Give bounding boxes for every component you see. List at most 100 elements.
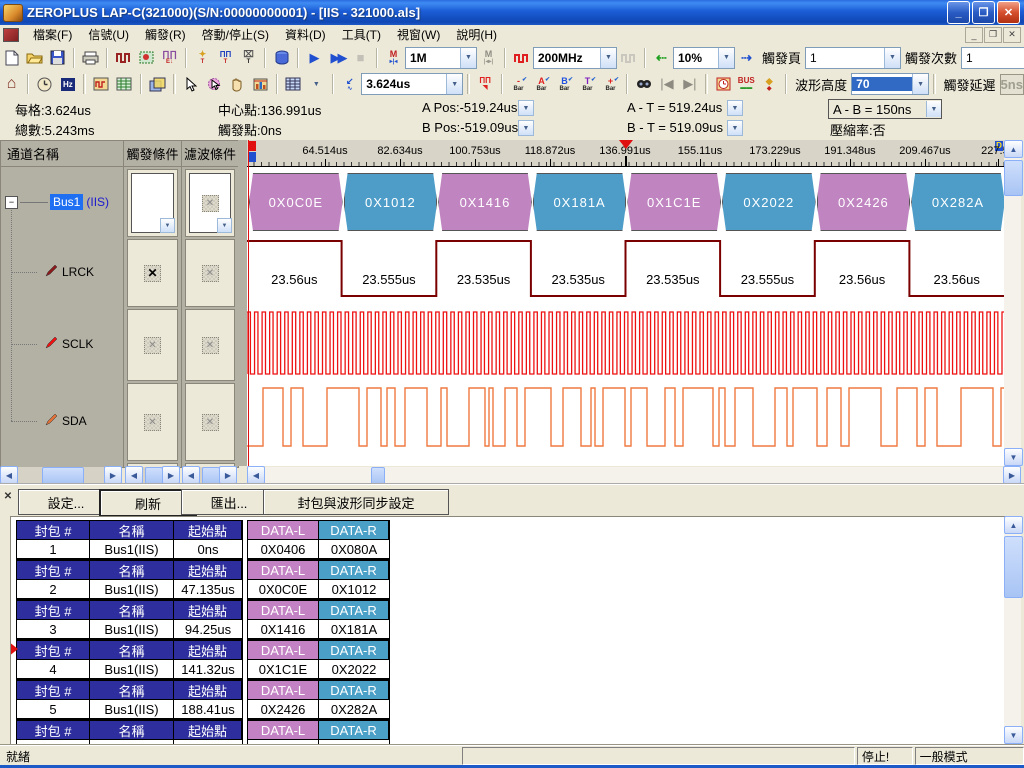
menu-item-6[interactable]: 工具(T) (334, 25, 389, 44)
t-bar-icon[interactable]: T✔Bar (576, 74, 599, 95)
sclk-trigger-cell[interactable]: ✕ (127, 309, 178, 381)
scroll-up-icon[interactable]: ▲ (1004, 140, 1023, 158)
mdi-minimize-button[interactable]: _ (965, 27, 983, 43)
time-display-icon[interactable] (33, 74, 56, 95)
packet-row[interactable]: 封包 #名稱起始點6Bus1(IIS)235.53usDATA-LDATA-R0… (16, 720, 390, 746)
chevron-down-icon[interactable]: ▼ (718, 48, 734, 68)
print-icon[interactable] (79, 47, 102, 68)
scroll-left-icon[interactable]: ◀ (125, 466, 143, 484)
document-icon[interactable] (3, 28, 19, 42)
scroll-thumb[interactable] (1004, 160, 1023, 196)
scroll-down-icon[interactable]: ▼ (1004, 726, 1023, 744)
scroll-left-icon[interactable]: ◀ (0, 466, 18, 484)
scroll-down-icon[interactable]: ▼ (1004, 448, 1023, 466)
wave-hscrollbar[interactable]: ◀ ▶ (247, 467, 1021, 483)
scroll-right-icon[interactable]: ▶ (1003, 466, 1021, 484)
scroll-right-icon[interactable]: ▶ (219, 466, 237, 484)
collapse-icon[interactable]: − (5, 196, 18, 209)
packet-row[interactable]: 封包 #名稱起始點3Bus1(IIS)94.25usDATA-LDATA-R0X… (16, 600, 390, 640)
lrck-filter-cell[interactable]: ✕ (185, 239, 235, 307)
trigger-delay-icon[interactable]: ⌧T (237, 47, 260, 68)
packet-row[interactable]: 封包 #名稱起始點5Bus1(IIS)188.41usDATA-LDATA-R0… (16, 680, 390, 720)
next-find-icon[interactable]: ▶| (678, 74, 701, 95)
new-file-icon[interactable] (0, 47, 23, 68)
mdi-close-button[interactable]: ✕ (1003, 27, 1021, 43)
scroll-right-icon[interactable]: ▶ (104, 466, 122, 484)
chevron-down-icon[interactable]: ▼ (446, 74, 462, 94)
noise-filter-icon[interactable] (712, 74, 735, 95)
sampling-freq-combo[interactable]: 200MHz ▼ (533, 47, 617, 69)
home-icon[interactable]: ⌂ (0, 74, 23, 95)
bus-analysis-icon[interactable]: BUS▬▬ (735, 74, 758, 95)
b-pos-drop-icon[interactable]: ▼ (518, 120, 534, 136)
sampling-depth-combo[interactable]: 1M ▼ (405, 47, 477, 69)
wave-height-combo[interactable]: 70 ▼ (851, 73, 929, 95)
zoom-combo[interactable]: 3.624us ▼ (361, 73, 463, 95)
menu-item-1[interactable]: 檔案(F) (25, 25, 80, 44)
signal-color-icon[interactable] (135, 47, 158, 68)
multi-select-icon[interactable] (203, 74, 226, 95)
bus-trigger-cell[interactable]: ▼ (127, 169, 178, 237)
minimize-button[interactable]: _ (947, 1, 970, 24)
a-t-drop-icon[interactable]: ▼ (727, 100, 743, 116)
sclk-waveform-row[interactable] (247, 306, 1004, 380)
compress-icon[interactable]: ◆◆ (758, 74, 781, 95)
pattern-drop-icon[interactable]: ▼ (305, 74, 328, 95)
trigger-marker-icon[interactable] (619, 140, 633, 149)
close-button[interactable]: ✕ (997, 1, 1020, 24)
scroll-up-icon[interactable]: ▲ (1004, 516, 1023, 534)
wave-window-icon[interactable] (90, 74, 113, 95)
tree-item-bus1[interactable]: −Bus1(IIS) (5, 192, 109, 212)
menu-item-4[interactable]: 啓動/停止(S) (194, 25, 277, 44)
chevron-down-icon[interactable]: ▼ (460, 48, 476, 68)
a-pos-drop-icon[interactable]: ▼ (518, 100, 534, 116)
remove-bar-icon[interactable]: -✔Bar (507, 74, 530, 95)
bus-name-label[interactable]: Bus1 (50, 194, 83, 210)
trigger-delay-field[interactable]: 5ns (1000, 74, 1024, 95)
mdi-restore-button[interactable]: ❐ (984, 27, 1002, 43)
filter-hscrollbar[interactable]: ◀ ▶ (182, 467, 237, 483)
packet-row[interactable]: 封包 #名稱起始點2Bus1(IIS)47.135usDATA-LDATA-R0… (16, 560, 390, 600)
zoom-fit-icon[interactable]: ↙∿ (338, 74, 361, 95)
packet-list[interactable]: 封包 #名稱起始點1Bus1(IIS)0nsDATA-LDATA-R0X0406… (10, 516, 1006, 746)
sync-settings-button[interactable]: 封包與波形同步設定 (263, 489, 449, 515)
trigger-page-combo[interactable]: 1 ▼ (805, 47, 901, 69)
panel-splitter[interactable] (238, 140, 247, 466)
menu-item-3[interactable]: 觸發(R) (137, 25, 194, 44)
menu-item-2[interactable]: 信號(U) (80, 25, 137, 44)
sda-filter-cell[interactable]: ✕ (185, 383, 235, 461)
list-window-icon[interactable] (113, 74, 136, 95)
freq-display-icon[interactable]: Hz (56, 74, 79, 95)
trigger-hscrollbar[interactable]: ◀ ▶ (125, 467, 180, 483)
freq-restore-icon[interactable] (617, 47, 640, 68)
trigger-count-combo[interactable]: 1 ▼ (961, 47, 1024, 69)
chevron-down-icon[interactable]: ▼ (217, 218, 232, 233)
lrck-trigger-cell[interactable]: ✕ (127, 239, 178, 307)
prev-find-icon[interactable]: |◀ (655, 74, 678, 95)
sda-trigger-cell[interactable]: ✕ (127, 383, 178, 461)
find-icon[interactable] (632, 74, 655, 95)
trigger-wave-icon[interactable]: ΠΠT (214, 47, 237, 68)
sda-waveform-row[interactable] (247, 380, 1004, 460)
trigger-flag-icon[interactable]: ✦T (191, 47, 214, 68)
stop-icon[interactable]: ■ (349, 47, 372, 68)
bus-filter-cell[interactable]: ✕ ▼ (185, 169, 235, 237)
add-bar-icon[interactable]: +✔Bar (599, 74, 622, 95)
a-bar-flag-icon[interactable] (248, 152, 256, 162)
sclk-filter-cell[interactable]: ✕ (185, 309, 235, 381)
navigator-window-icon[interactable] (146, 74, 169, 95)
scroll-right-icon[interactable]: ▶ (162, 466, 180, 484)
sampling-depth-icon[interactable]: M▸|◂ (382, 47, 405, 68)
menu-item-5[interactable]: 資料(D) (277, 25, 334, 44)
tree-item-sda[interactable]: SDA (45, 412, 87, 430)
scroll-left-icon[interactable]: ◀ (247, 466, 265, 484)
restore-button[interactable]: ❐ (972, 1, 995, 24)
wave-vertical-scrollbar[interactable]: ▲ ▼ (1004, 140, 1021, 466)
module-icon[interactable] (270, 47, 293, 68)
sampling-setup-icon[interactable] (112, 47, 135, 68)
packet-row[interactable]: 封包 #名稱起始點1Bus1(IIS)0nsDATA-LDATA-R0X0406… (16, 520, 390, 560)
names-hscrollbar[interactable]: ◀ ▶ (0, 467, 122, 483)
goto-trigger-icon[interactable]: ⇢ (735, 47, 758, 68)
zoom-pointer-icon[interactable]: ΠΠ◥ (474, 74, 497, 95)
scroll-thumb[interactable] (1004, 536, 1023, 598)
